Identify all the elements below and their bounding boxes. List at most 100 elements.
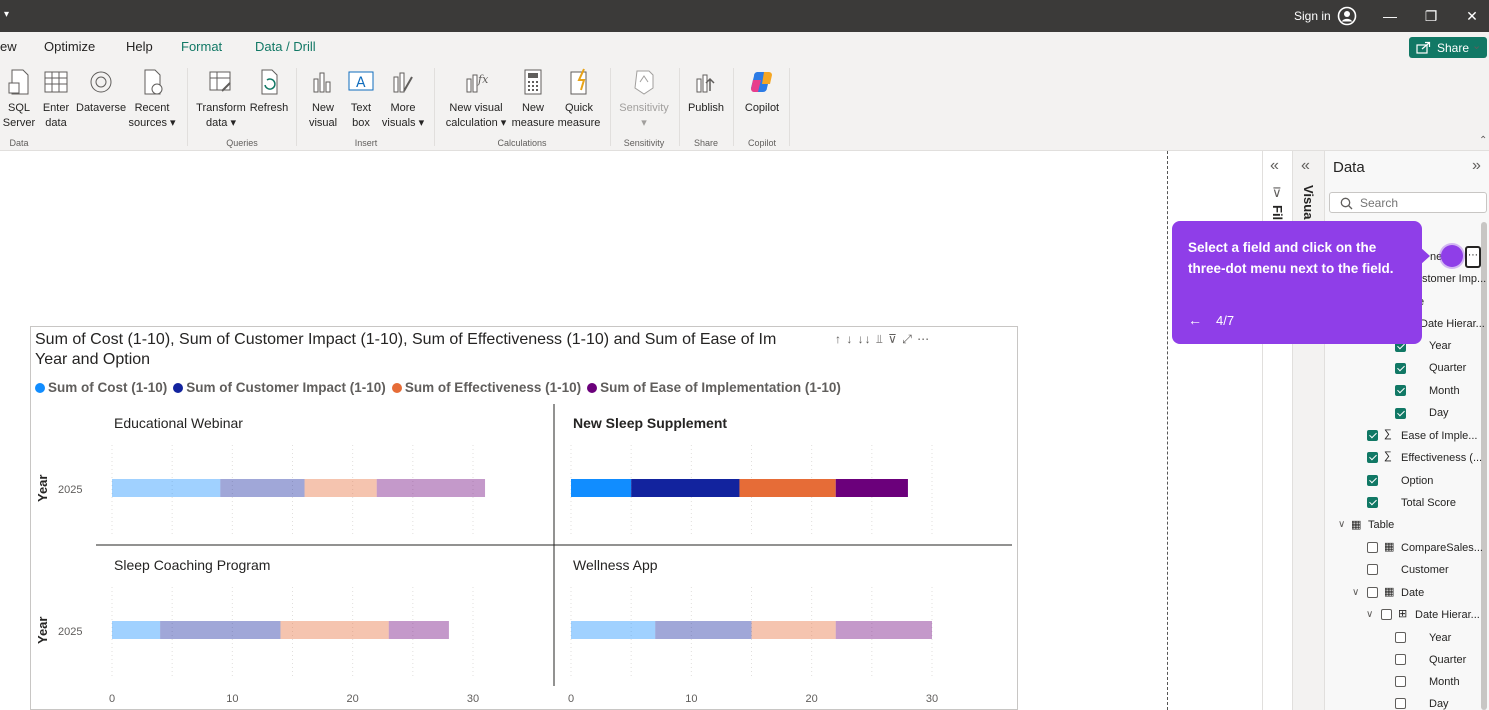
- visual-header-toolbar[interactable]: ↑ ↓ ↓↓ ⫫ ⊽ ⤢ ⋯: [835, 332, 930, 347]
- field-checkbox[interactable]: [1367, 497, 1378, 508]
- search-input[interactable]: [1360, 195, 1480, 210]
- account-avatar-icon[interactable]: [1337, 6, 1357, 26]
- more-visuals-button[interactable]: More visuals ▾: [381, 67, 425, 131]
- legend-item[interactable]: Sum of Effectiveness (1-10): [391, 380, 581, 395]
- chart-legend: Sum of Cost (1-10) Sum of Customer Impact…: [35, 380, 847, 395]
- field-month[interactable]: Month: [1429, 676, 1460, 688]
- collapse-data-pane-icon[interactable]: »: [1472, 157, 1481, 175]
- tooltip-step-counter: 4/7: [1216, 313, 1235, 328]
- dataverse-button[interactable]: Dataverse: [76, 67, 126, 116]
- transform-data-button[interactable]: Transform data ▾: [195, 67, 247, 131]
- text-box-icon: A: [348, 71, 374, 91]
- field-checkbox[interactable]: [1395, 408, 1406, 419]
- field-checkbox[interactable]: [1367, 542, 1378, 553]
- data-pane-title: Data: [1333, 159, 1365, 176]
- text-box-button[interactable]: A Text box: [343, 67, 379, 131]
- sql-server-button[interactable]: SQL Server: [2, 67, 36, 131]
- field-customer[interactable]: Customer: [1401, 564, 1449, 576]
- field-effectiveness[interactable]: Effectiveness (...: [1401, 452, 1482, 464]
- data-search-box[interactable]: [1329, 192, 1487, 213]
- field-total-score[interactable]: Total Score: [1401, 497, 1456, 509]
- bar-segment: [112, 479, 221, 497]
- tab-help[interactable]: Help: [126, 39, 153, 54]
- field-item-label[interactable]: stomer Imp...: [1422, 273, 1486, 285]
- field-quarter[interactable]: Quarter: [1429, 654, 1466, 666]
- chevron-down-icon[interactable]: ∨: [1366, 609, 1373, 620]
- sign-in-link[interactable]: Sign in: [1294, 9, 1331, 23]
- field-quarter[interactable]: Quarter: [1429, 362, 1466, 374]
- bar-segment: [739, 479, 836, 497]
- group-label-queries: Queries: [226, 138, 258, 148]
- x-tick-label: 10: [226, 693, 238, 705]
- enter-data-button[interactable]: Enter data: [40, 67, 72, 131]
- field-ease-of-implementation[interactable]: Ease of Imple...: [1401, 430, 1477, 442]
- field-checkbox[interactable]: [1367, 452, 1378, 463]
- sensitivity-button[interactable]: Sensitivity ▾: [616, 67, 672, 131]
- tab-optimize[interactable]: Optimize: [44, 39, 95, 54]
- chevron-down-icon[interactable]: ∨: [1338, 519, 1345, 530]
- visualizations-label[interactable]: Visua: [1301, 185, 1316, 219]
- copilot-button[interactable]: Copilot: [740, 67, 784, 116]
- group-separator: [434, 68, 435, 146]
- walkthrough-hotspot[interactable]: [1441, 245, 1463, 267]
- publish-button[interactable]: Publish: [686, 67, 726, 116]
- data-pane-scrollbar[interactable]: [1481, 222, 1487, 710]
- field-checkbox[interactable]: [1395, 676, 1406, 687]
- tab-data-drill[interactable]: Data / Drill: [255, 39, 316, 54]
- field-date[interactable]: Date: [1401, 587, 1424, 599]
- field-checkbox[interactable]: [1367, 475, 1378, 486]
- new-measure-button[interactable]: New measure: [511, 67, 555, 131]
- field-date-hierarchy[interactable]: Date Hierar...: [1420, 318, 1485, 330]
- field-checkbox[interactable]: [1395, 363, 1406, 374]
- close-icon[interactable]: ✕: [1462, 6, 1482, 26]
- collapse-visualizations-icon[interactable]: «: [1301, 157, 1310, 175]
- more-options-button[interactable]: ⋯: [1465, 246, 1481, 268]
- share-label: Share: [1437, 41, 1470, 55]
- bar-segment: [160, 621, 281, 639]
- bar-segment: [388, 621, 449, 639]
- field-day[interactable]: Day: [1429, 407, 1449, 419]
- table-node[interactable]: Table: [1368, 519, 1394, 531]
- field-checkbox[interactable]: [1395, 654, 1406, 665]
- more-visuals-label: More visuals ▾: [381, 102, 425, 129]
- field-year[interactable]: Year: [1429, 340, 1451, 352]
- panel-title: Wellness App: [573, 557, 658, 573]
- field-checkbox[interactable]: [1367, 587, 1378, 598]
- field-compare-sales[interactable]: CompareSales...: [1401, 542, 1483, 554]
- sensitivity-label: Sensitivity ▾: [619, 102, 669, 129]
- collapse-ribbon-icon[interactable]: ⌃: [1479, 135, 1487, 146]
- field-checkbox[interactable]: [1381, 609, 1392, 620]
- sigma-icon: ∑: [1384, 428, 1392, 440]
- legend-item[interactable]: Sum of Cost (1-10): [35, 380, 167, 395]
- recent-sources-button[interactable]: Recent sources ▾: [128, 67, 176, 131]
- field-date-hierarchy[interactable]: Date Hierar...: [1415, 609, 1480, 621]
- tab-view[interactable]: ew: [0, 39, 17, 54]
- field-checkbox[interactable]: [1395, 698, 1406, 709]
- back-arrow-icon[interactable]: ←: [1188, 312, 1202, 328]
- field-checkbox[interactable]: [1367, 430, 1378, 441]
- chevron-down-icon[interactable]: ∨: [1352, 587, 1359, 598]
- legend-item[interactable]: Sum of Customer Impact (1-10): [173, 380, 386, 395]
- file-menu-caret-icon[interactable]: ▾: [4, 9, 9, 20]
- field-checkbox[interactable]: [1367, 564, 1378, 575]
- collapse-filters-icon[interactable]: «: [1270, 157, 1279, 175]
- field-month[interactable]: Month: [1429, 385, 1460, 397]
- minimize-icon[interactable]: —: [1380, 6, 1400, 26]
- refresh-button[interactable]: Refresh: [249, 67, 289, 116]
- new-visual-calculation-button[interactable]: fx New visual calculation ▾: [442, 67, 510, 131]
- field-day[interactable]: Day: [1429, 698, 1449, 710]
- chart-title-line1: Sum of Cost (1-10), Sum of Customer Impa…: [35, 331, 777, 348]
- filters-label[interactable]: Fil: [1270, 205, 1285, 220]
- quick-measure-button[interactable]: Quick measure: [557, 67, 601, 131]
- tab-format[interactable]: Format: [181, 39, 222, 54]
- field-option[interactable]: Option: [1401, 475, 1433, 487]
- page-boundary: [1167, 151, 1168, 710]
- field-checkbox[interactable]: [1395, 632, 1406, 643]
- new-visual-button[interactable]: New visual: [305, 67, 341, 131]
- share-button[interactable]: Share ⌄: [1409, 37, 1487, 58]
- restore-icon[interactable]: ❐: [1421, 6, 1441, 26]
- field-year[interactable]: Year: [1429, 632, 1451, 644]
- group-label-copilot: Copilot: [747, 138, 776, 148]
- legend-item[interactable]: Sum of Ease of Implementation (1-10): [587, 380, 841, 395]
- field-checkbox[interactable]: [1395, 385, 1406, 396]
